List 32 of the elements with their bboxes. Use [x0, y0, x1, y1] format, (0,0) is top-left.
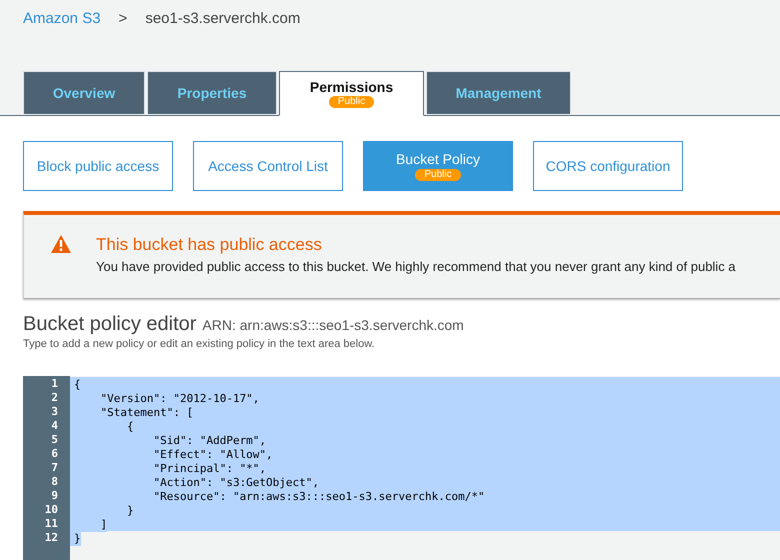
line-number: 4 — [50, 419, 59, 433]
tab[interactable]: Overview — [23, 71, 145, 114]
subtab[interactable]: CORS configuration — [533, 141, 683, 191]
arn-text: ARN: arn:aws:s3:::seo1-s3.serverchk.com — [202, 317, 464, 333]
code-editor[interactable] — [23, 376, 780, 560]
subtab[interactable]: Block public access — [23, 141, 173, 191]
public-badge: Public — [415, 169, 461, 181]
alert-title: This bucket has public access — [96, 235, 323, 255]
tab[interactable]: Properties — [147, 71, 277, 114]
line-number: 2 — [50, 391, 59, 405]
warning-icon — [51, 235, 71, 253]
line-number: 7 — [50, 461, 59, 475]
line-number: 11 — [44, 517, 59, 531]
alert-message: You have provided public access to this bucket. We highly recommend that you never grant any kind of public a — [96, 259, 736, 274]
line-number: 9 — [50, 489, 59, 503]
public-badge: Public — [328, 96, 374, 108]
subtab[interactable]: Bucket Policy Public — [363, 141, 513, 191]
line-number: 5 — [50, 433, 59, 447]
subtab[interactable]: Access Control List — [193, 141, 343, 191]
editor-title: Bucket policy editor — [23, 313, 196, 336]
line-number: 3 — [50, 405, 59, 419]
line-number: 12 — [44, 531, 59, 545]
line-number: 10 — [44, 503, 59, 517]
tab[interactable]: Permissions Public — [279, 71, 424, 116]
editor-hint: Type to add a new policy or edit an existing policy in the text area below. — [23, 338, 376, 350]
line-number: 6 — [50, 447, 59, 461]
line-number: 8 — [50, 475, 59, 489]
line-number: 1 — [50, 377, 59, 391]
tab[interactable]: Management — [426, 71, 571, 114]
breadcrumb-separator: > — [118, 10, 128, 27]
breadcrumb-link[interactable]: Amazon S3 — [23, 10, 101, 27]
breadcrumb-current: seo1-s3.serverchk.com — [145, 10, 300, 27]
